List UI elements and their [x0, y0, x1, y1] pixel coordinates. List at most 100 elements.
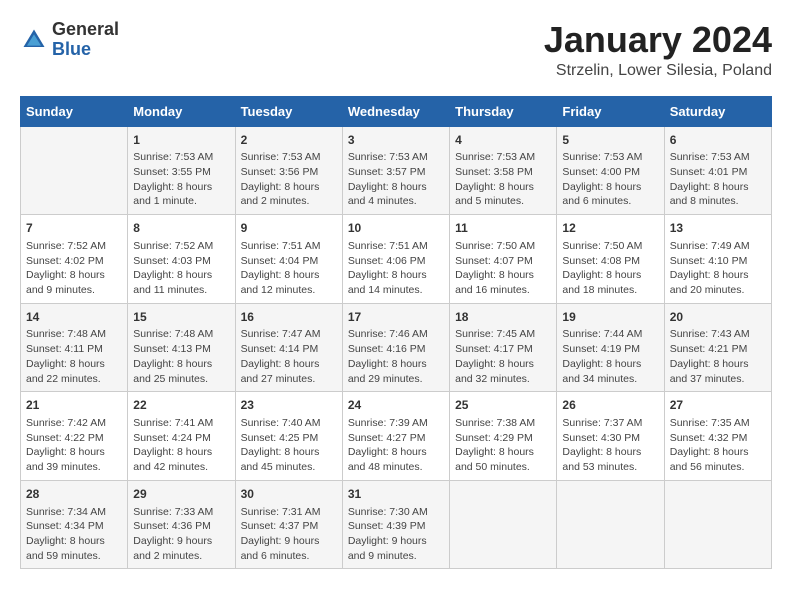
calendar-cell: 11 Sunrise: 7:50 AM Sunset: 4:07 PM Dayli… [450, 215, 557, 304]
day-number: 12 [562, 220, 658, 237]
cell-content: Sunrise: 7:53 AM Sunset: 3:55 PM Dayligh… [133, 150, 229, 209]
calendar-cell [450, 480, 557, 569]
calendar-cell: 10 Sunrise: 7:51 AM Sunset: 4:06 PM Dayli… [342, 215, 449, 304]
day-header-tuesday: Tuesday [235, 96, 342, 126]
cell-content: Sunrise: 7:50 AM Sunset: 4:08 PM Dayligh… [562, 239, 658, 298]
calendar-cell: 22 Sunrise: 7:41 AM Sunset: 4:24 PM Dayli… [128, 392, 235, 481]
calendar-cell: 12 Sunrise: 7:50 AM Sunset: 4:08 PM Dayli… [557, 215, 664, 304]
day-header-wednesday: Wednesday [342, 96, 449, 126]
day-number: 29 [133, 486, 229, 503]
cell-content: Sunrise: 7:39 AM Sunset: 4:27 PM Dayligh… [348, 416, 444, 475]
cell-content: Sunrise: 7:46 AM Sunset: 4:16 PM Dayligh… [348, 327, 444, 386]
calendar-title: January 2024 [544, 20, 772, 60]
day-number: 7 [26, 220, 122, 237]
week-row-3: 14Sunrise: 7:48 AM Sunset: 4:11 PM Dayli… [21, 303, 772, 392]
day-number: 19 [562, 309, 658, 326]
calendar-cell: 16Sunrise: 7:47 AM Sunset: 4:14 PM Dayli… [235, 303, 342, 392]
week-row-5: 28 Sunrise: 7:34 AM Sunset: 4:34 PM Dayli… [21, 480, 772, 569]
cell-content: Sunrise: 7:49 AM Sunset: 4:10 PM Dayligh… [670, 239, 766, 298]
calendar-table: SundayMondayTuesdayWednesdayThursdayFrid… [20, 96, 772, 570]
cell-content: Sunrise: 7:50 AM Sunset: 4:07 PM Dayligh… [455, 239, 551, 298]
calendar-cell: 8 Sunrise: 7:52 AM Sunset: 4:03 PM Daylig… [128, 215, 235, 304]
calendar-cell: 31 Sunrise: 7:30 AM Sunset: 4:39 PM Dayli… [342, 480, 449, 569]
cell-content: Sunrise: 7:31 AM Sunset: 4:37 PM Dayligh… [241, 505, 337, 564]
day-number: 31 [348, 486, 444, 503]
day-number: 22 [133, 397, 229, 414]
cell-content: Sunrise: 7:37 AM Sunset: 4:30 PM Dayligh… [562, 416, 658, 475]
day-number: 8 [133, 220, 229, 237]
cell-content: Sunrise: 7:34 AM Sunset: 4:34 PM Dayligh… [26, 505, 122, 564]
day-number: 24 [348, 397, 444, 414]
calendar-subtitle: Strzelin, Lower Silesia, Poland [544, 62, 772, 80]
cell-content: Sunrise: 7:51 AM Sunset: 4:06 PM Dayligh… [348, 239, 444, 298]
cell-content: Sunrise: 7:38 AM Sunset: 4:29 PM Dayligh… [455, 416, 551, 475]
cell-content: Sunrise: 7:53 AM Sunset: 4:01 PM Dayligh… [670, 150, 766, 209]
cell-content: Sunrise: 7:52 AM Sunset: 4:03 PM Dayligh… [133, 239, 229, 298]
calendar-cell: 21Sunrise: 7:42 AM Sunset: 4:22 PM Dayli… [21, 392, 128, 481]
day-number: 13 [670, 220, 766, 237]
day-number: 11 [455, 220, 551, 237]
calendar-cell: 2Sunrise: 7:53 AM Sunset: 3:56 PM Daylig… [235, 126, 342, 215]
title-section: January 2024 Strzelin, Lower Silesia, Po… [544, 20, 772, 80]
calendar-cell: 15Sunrise: 7:48 AM Sunset: 4:13 PM Dayli… [128, 303, 235, 392]
day-header-sunday: Sunday [21, 96, 128, 126]
calendar-cell: 26 Sunrise: 7:37 AM Sunset: 4:30 PM Dayli… [557, 392, 664, 481]
logo: General Blue [20, 20, 119, 60]
logo-text: General Blue [52, 20, 119, 60]
day-number: 18 [455, 309, 551, 326]
cell-content: Sunrise: 7:53 AM Sunset: 3:58 PM Dayligh… [455, 150, 551, 209]
cell-content: Sunrise: 7:51 AM Sunset: 4:04 PM Dayligh… [241, 239, 337, 298]
calendar-cell: 23 Sunrise: 7:40 AM Sunset: 4:25 PM Dayli… [235, 392, 342, 481]
calendar-cell: 24 Sunrise: 7:39 AM Sunset: 4:27 PM Dayli… [342, 392, 449, 481]
cell-content: Sunrise: 7:45 AM Sunset: 4:17 PM Dayligh… [455, 327, 551, 386]
calendar-cell [21, 126, 128, 215]
logo-icon [20, 26, 48, 54]
cell-content: Sunrise: 7:30 AM Sunset: 4:39 PM Dayligh… [348, 505, 444, 564]
calendar-cell: 20Sunrise: 7:43 AM Sunset: 4:21 PM Dayli… [664, 303, 771, 392]
day-number: 15 [133, 309, 229, 326]
calendar-cell: 7 Sunrise: 7:52 AM Sunset: 4:02 PM Daylig… [21, 215, 128, 304]
calendar-cell: 13 Sunrise: 7:49 AM Sunset: 4:10 PM Dayli… [664, 215, 771, 304]
day-number: 30 [241, 486, 337, 503]
day-number: 5 [562, 132, 658, 149]
cell-content: Sunrise: 7:35 AM Sunset: 4:32 PM Dayligh… [670, 416, 766, 475]
logo-general: General [52, 19, 119, 39]
cell-content: Sunrise: 7:43 AM Sunset: 4:21 PM Dayligh… [670, 327, 766, 386]
day-number: 4 [455, 132, 551, 149]
calendar-cell: 4Sunrise: 7:53 AM Sunset: 3:58 PM Daylig… [450, 126, 557, 215]
week-row-4: 21Sunrise: 7:42 AM Sunset: 4:22 PM Dayli… [21, 392, 772, 481]
day-number: 6 [670, 132, 766, 149]
cell-content: Sunrise: 7:48 AM Sunset: 4:13 PM Dayligh… [133, 327, 229, 386]
days-header-row: SundayMondayTuesdayWednesdayThursdayFrid… [21, 96, 772, 126]
day-number: 2 [241, 132, 337, 149]
calendar-cell: 3Sunrise: 7:53 AM Sunset: 3:57 PM Daylig… [342, 126, 449, 215]
calendar-cell [557, 480, 664, 569]
calendar-cell: 25 Sunrise: 7:38 AM Sunset: 4:29 PM Dayli… [450, 392, 557, 481]
day-header-thursday: Thursday [450, 96, 557, 126]
day-number: 14 [26, 309, 122, 326]
day-number: 28 [26, 486, 122, 503]
day-number: 17 [348, 309, 444, 326]
day-number: 23 [241, 397, 337, 414]
week-row-2: 7 Sunrise: 7:52 AM Sunset: 4:02 PM Daylig… [21, 215, 772, 304]
calendar-cell: 29Sunrise: 7:33 AM Sunset: 4:36 PM Dayli… [128, 480, 235, 569]
day-number: 26 [562, 397, 658, 414]
cell-content: Sunrise: 7:52 AM Sunset: 4:02 PM Dayligh… [26, 239, 122, 298]
day-header-saturday: Saturday [664, 96, 771, 126]
day-number: 9 [241, 220, 337, 237]
cell-content: Sunrise: 7:40 AM Sunset: 4:25 PM Dayligh… [241, 416, 337, 475]
cell-content: Sunrise: 7:47 AM Sunset: 4:14 PM Dayligh… [241, 327, 337, 386]
day-number: 21 [26, 397, 122, 414]
cell-content: Sunrise: 7:41 AM Sunset: 4:24 PM Dayligh… [133, 416, 229, 475]
calendar-cell: 17Sunrise: 7:46 AM Sunset: 4:16 PM Dayli… [342, 303, 449, 392]
day-number: 16 [241, 309, 337, 326]
day-header-monday: Monday [128, 96, 235, 126]
day-number: 25 [455, 397, 551, 414]
day-number: 10 [348, 220, 444, 237]
calendar-cell: 27Sunrise: 7:35 AM Sunset: 4:32 PM Dayli… [664, 392, 771, 481]
calendar-cell: 19Sunrise: 7:44 AM Sunset: 4:19 PM Dayli… [557, 303, 664, 392]
logo-blue: Blue [52, 39, 91, 59]
cell-content: Sunrise: 7:48 AM Sunset: 4:11 PM Dayligh… [26, 327, 122, 386]
calendar-cell: 18Sunrise: 7:45 AM Sunset: 4:17 PM Dayli… [450, 303, 557, 392]
day-number: 1 [133, 132, 229, 149]
